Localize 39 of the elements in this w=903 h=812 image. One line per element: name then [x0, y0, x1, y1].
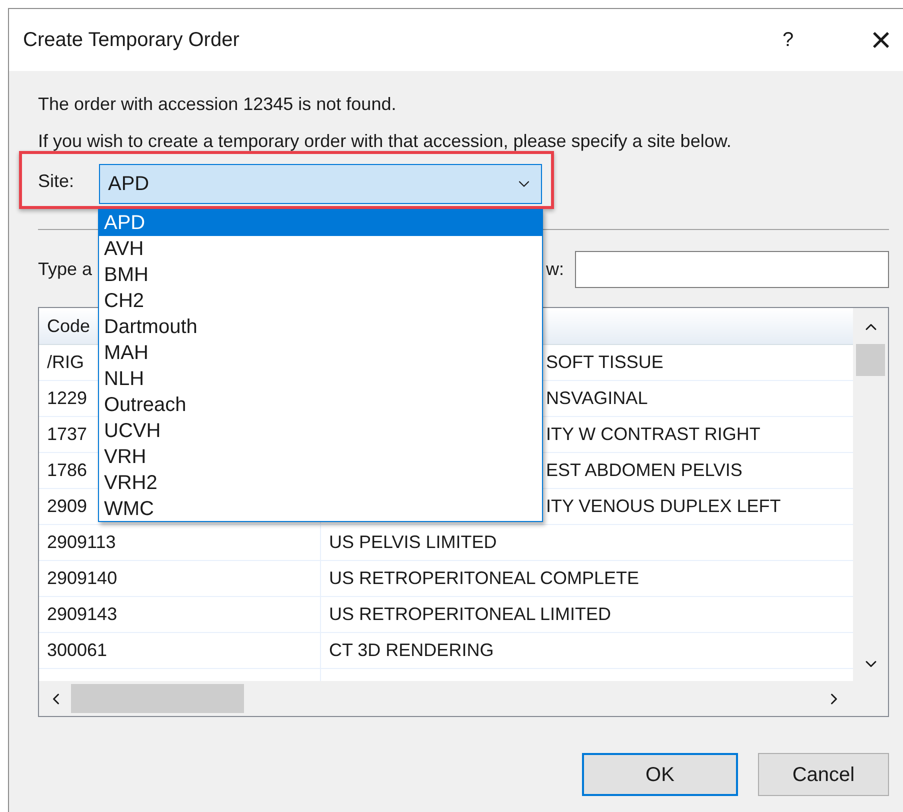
dialog-button[interactable]: Cancel	[758, 753, 889, 796]
table-row[interactable]: 2909143 US RETROPERITONEAL LIMITED	[39, 597, 854, 633]
site-option[interactable]: APD	[99, 210, 542, 236]
site-option[interactable]: AVH	[99, 236, 542, 262]
window-title: Create Temporary Order	[23, 28, 240, 53]
site-dropdown[interactable]: APD	[99, 164, 542, 204]
filter-label: Type a	[38, 258, 94, 281]
filter-label: w:	[546, 258, 565, 280]
code-cell: 2909140	[39, 561, 321, 596]
site-option[interactable]: Dartmouth	[99, 314, 542, 340]
site-label: Site:	[38, 170, 76, 193]
site-option[interactable]: CH2	[99, 288, 542, 314]
description-cell-text: ITY W CONTRAST RIGHT	[545, 423, 762, 446]
description-cell-text: US RETROPERITONEAL LIMITED	[328, 603, 612, 626]
site-option[interactable]: BMH	[99, 262, 542, 288]
description-cell-text: US PELVIS LIMITED	[328, 531, 498, 554]
description-cell-text: NSVAGINAL	[545, 387, 649, 410]
description-cell-text: US RETROPERITONEAL COMPLETE	[328, 567, 640, 590]
horizontal-scrollbar[interactable]	[39, 681, 888, 716]
table-row[interactable]: 300061 CT 3D RENDERING	[39, 633, 854, 669]
table-row[interactable]: 2909113 US PELVIS LIMITED	[39, 525, 854, 561]
scroll-thumb[interactable]	[71, 684, 244, 713]
vertical-scrollbar[interactable]	[853, 308, 888, 681]
description-cell-text: ITY VENOUS DUPLEX LEFT	[545, 495, 782, 518]
code-cell: 2909143	[39, 597, 321, 632]
code-cell: 300061	[39, 633, 321, 668]
message-text: If you wish to create a temporary order with that accession, please specify a site below.	[38, 130, 732, 153]
site-value: APD	[108, 172, 150, 197]
help-button[interactable]: ?	[768, 25, 808, 55]
description-cell-text: EST ABDOMEN PELVIS	[545, 459, 744, 482]
scroll-thumb[interactable]	[856, 344, 886, 376]
dialog-button[interactable]: OK	[582, 753, 738, 796]
table-row[interactable]: 2909140 US RETROPERITONEAL COMPLETE	[39, 561, 854, 597]
message-text: The order with accession 12345 is not found.	[38, 93, 398, 116]
filter-input[interactable]	[575, 250, 889, 288]
description-cell-text: SOFT TISSUE	[545, 351, 664, 374]
description-cell-text: CT 3D RENDERING	[328, 639, 495, 662]
code-cell: 2909113	[39, 525, 321, 560]
close-button[interactable]: ×	[861, 20, 901, 60]
